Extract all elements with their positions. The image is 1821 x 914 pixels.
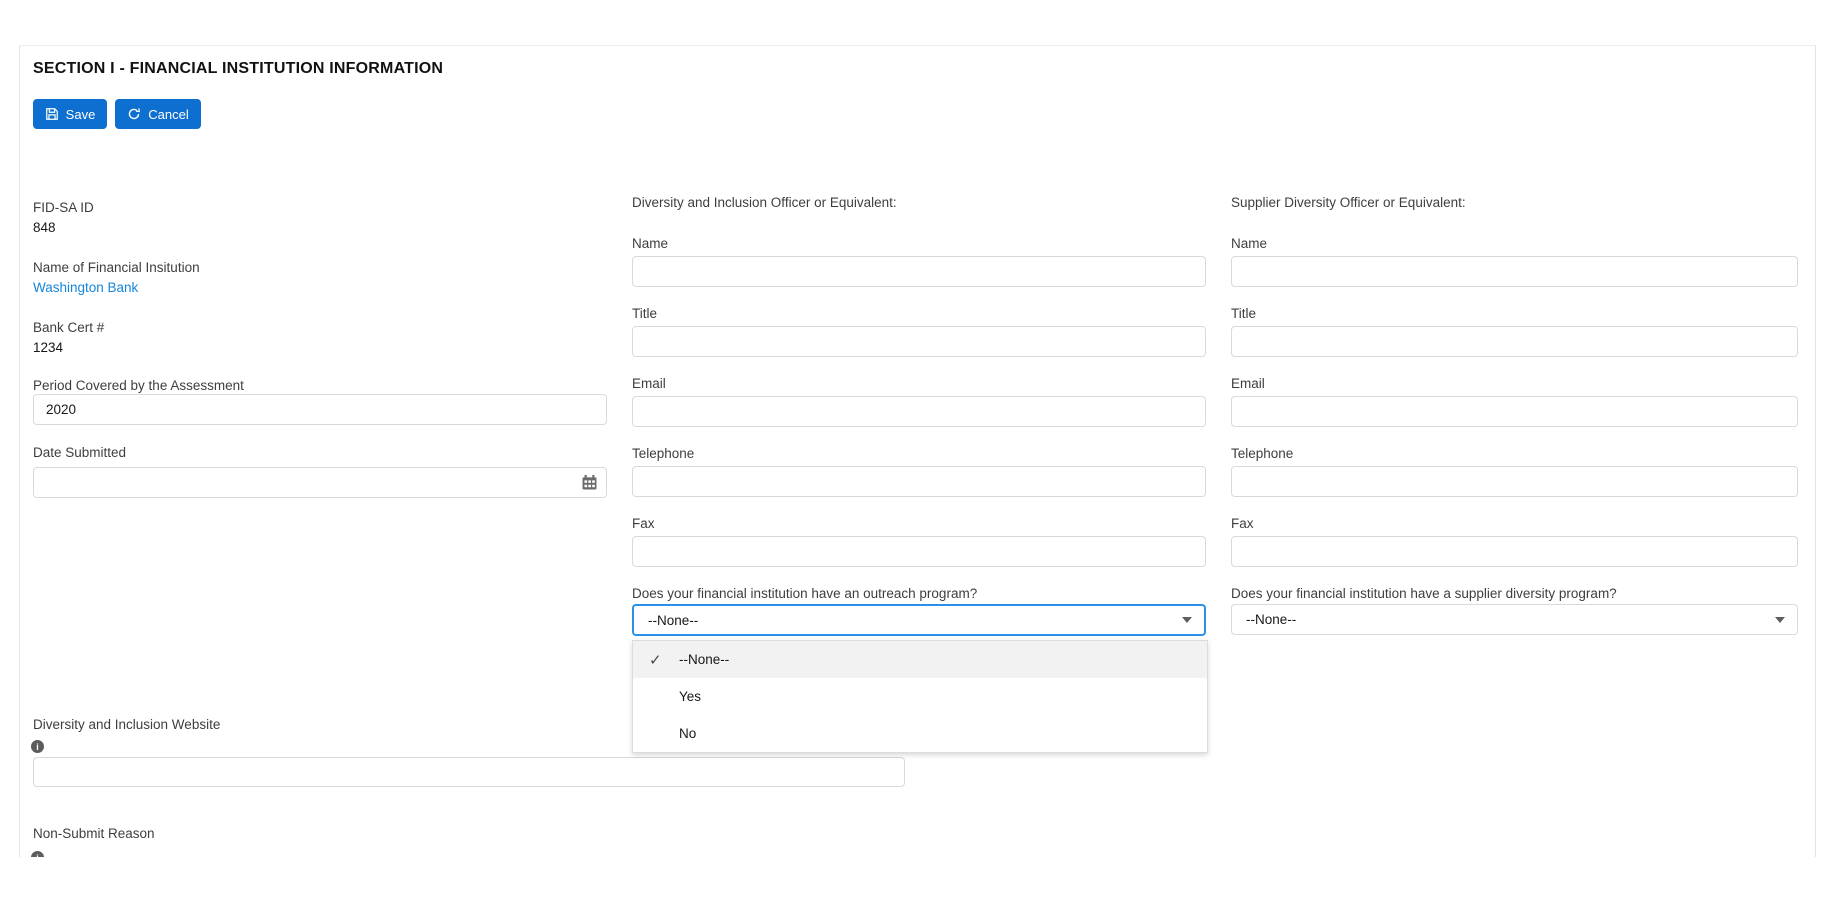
outreach-program-listbox: ✓ --None-- Yes No	[632, 640, 1208, 753]
option-none-label: --None--	[679, 652, 729, 667]
page: SECTION I - FINANCIAL INSTITUTION INFORM…	[0, 0, 1821, 914]
date-submitted-input[interactable]	[33, 467, 607, 498]
fid-sa-id-value: 848	[33, 219, 56, 236]
institution-name-link[interactable]: Washington Bank	[33, 279, 138, 296]
bank-cert-label: Bank Cert #	[33, 319, 104, 336]
chevron-down-icon	[1182, 617, 1192, 623]
supplier-program-question-label: Does your financial institution have a s…	[1231, 585, 1617, 602]
di-email-label: Email	[632, 375, 666, 392]
non-submit-reason-label: Non-Submit Reason	[33, 825, 155, 842]
form-panel: SECTION I - FINANCIAL INSTITUTION INFORM…	[0, 0, 1821, 857]
sd-telephone-input[interactable]	[1231, 466, 1798, 497]
sd-name-input[interactable]	[1231, 256, 1798, 287]
di-fax-label: Fax	[632, 515, 655, 532]
website-input[interactable]	[33, 757, 905, 787]
diversity-officer-header: Diversity and Inclusion Officer or Equiv…	[632, 194, 897, 211]
save-button-label: Save	[66, 107, 96, 122]
page-title: SECTION I - FINANCIAL INSTITUTION INFORM…	[33, 60, 443, 78]
panel-border-top	[19, 45, 1816, 46]
sd-email-input[interactable]	[1231, 396, 1798, 427]
website-label: Diversity and Inclusion Website	[33, 716, 220, 733]
di-telephone-input[interactable]	[632, 466, 1206, 497]
fid-sa-id-label: FID-SA ID	[33, 199, 94, 216]
outreach-program-select-value: --None--	[648, 613, 698, 628]
check-icon: ✓	[649, 651, 662, 669]
di-fax-input[interactable]	[632, 536, 1206, 567]
cancel-button-label: Cancel	[148, 107, 188, 122]
panel-border-left	[19, 45, 20, 857]
redo-arrow-icon	[127, 107, 141, 121]
sd-telephone-label: Telephone	[1231, 445, 1293, 462]
sd-title-label: Title	[1231, 305, 1256, 322]
di-name-input[interactable]	[632, 256, 1206, 287]
info-icon[interactable]: i	[31, 740, 44, 753]
supplier-program-select[interactable]: --None--	[1231, 604, 1798, 635]
di-name-label: Name	[632, 235, 668, 252]
outreach-program-select[interactable]: --None--	[632, 604, 1206, 636]
sd-email-label: Email	[1231, 375, 1265, 392]
sd-fax-input[interactable]	[1231, 536, 1798, 567]
di-title-input[interactable]	[632, 326, 1206, 357]
period-covered-label: Period Covered by the Assessment	[33, 377, 244, 394]
option-yes[interactable]: Yes	[633, 678, 1207, 715]
chevron-down-icon	[1775, 617, 1785, 623]
save-icon	[45, 107, 59, 121]
di-email-input[interactable]	[632, 396, 1206, 427]
sd-fax-label: Fax	[1231, 515, 1254, 532]
institution-name-label: Name of Financial Insitution	[33, 259, 200, 276]
sd-name-label: Name	[1231, 235, 1267, 252]
outreach-question-label: Does your financial institution have an …	[632, 585, 977, 602]
save-button[interactable]: Save	[33, 99, 107, 129]
di-title-label: Title	[632, 305, 657, 322]
info-icon[interactable]: i	[31, 851, 44, 857]
supplier-officer-header: Supplier Diversity Officer or Equivalent…	[1231, 194, 1466, 211]
date-submitted-label: Date Submitted	[33, 444, 126, 461]
option-yes-label: Yes	[679, 689, 701, 704]
period-covered-input[interactable]	[33, 394, 607, 425]
panel-border-right	[1815, 45, 1816, 857]
supplier-program-select-value: --None--	[1246, 612, 1296, 627]
option-none[interactable]: ✓ --None--	[633, 641, 1207, 678]
option-no-label: No	[679, 726, 696, 741]
option-no[interactable]: No	[633, 715, 1207, 752]
sd-title-input[interactable]	[1231, 326, 1798, 357]
cancel-button[interactable]: Cancel	[115, 99, 201, 129]
calendar-icon[interactable]	[582, 475, 597, 490]
bank-cert-value: 1234	[33, 339, 63, 356]
di-telephone-label: Telephone	[632, 445, 694, 462]
